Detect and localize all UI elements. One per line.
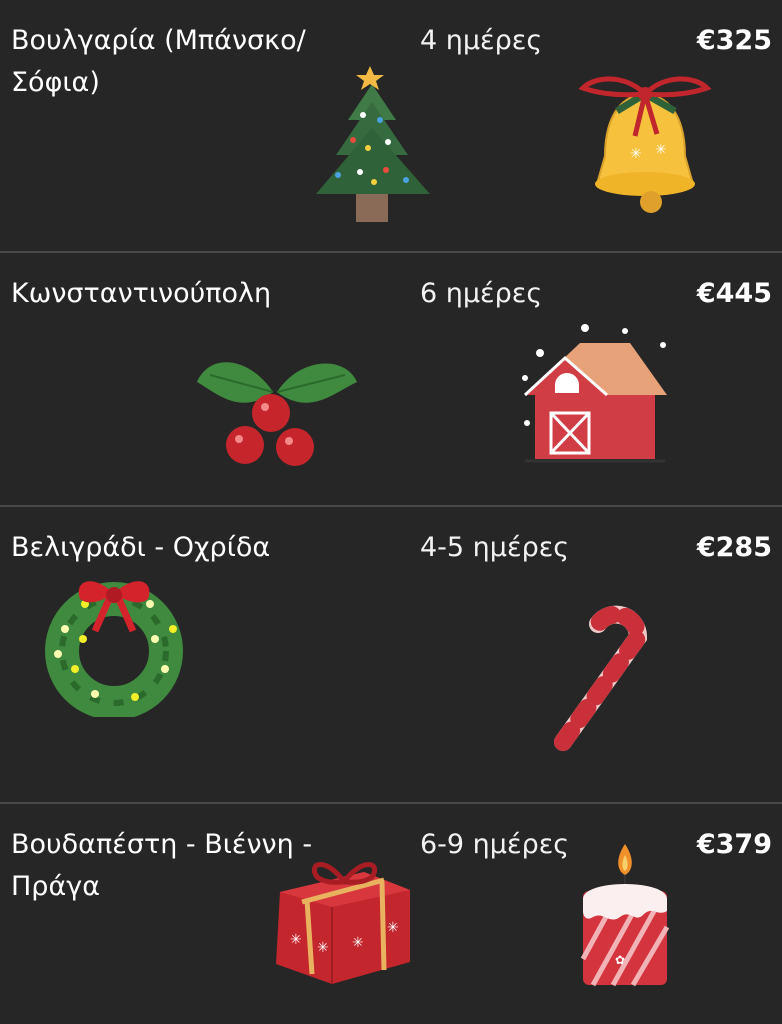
trip-row-budapest[interactable]: Βουδαπέστη - Βιέννη - Πράγα 6-9 ημέρες €… bbox=[0, 804, 782, 1024]
trip-destination: Βελιγράδι - Οχρίδα bbox=[11, 532, 271, 563]
svg-text:✳: ✳ bbox=[655, 142, 667, 158]
trip-price: €325 bbox=[696, 25, 772, 56]
svg-text:✳: ✳ bbox=[630, 146, 642, 162]
svg-text:✳: ✳ bbox=[290, 932, 302, 948]
svg-text:✳: ✳ bbox=[352, 935, 364, 951]
trip-price: €379 bbox=[696, 829, 772, 860]
trip-row-istanbul[interactable]: Κωνσταντινούπολη 6 ημέρες €445 bbox=[0, 253, 782, 505]
svg-text:✿: ✿ bbox=[615, 953, 625, 967]
candy-cane-icon bbox=[554, 605, 647, 751]
trip-row-bulgaria[interactable]: Βουλγαρία (Μπάνσκο/ Σόφια) 4 ημέρες €325… bbox=[0, 0, 782, 251]
trip-duration: 6 ημέρες bbox=[420, 278, 543, 309]
trip-duration: 6-9 ημέρες bbox=[420, 829, 570, 860]
svg-text:✳: ✳ bbox=[317, 940, 329, 956]
trip-price: €445 bbox=[696, 278, 772, 309]
trip-row-belgrade[interactable]: Βελιγράδι - Οχρίδα 4-5 ημέρες €285 bbox=[0, 507, 782, 802]
trip-price: €285 bbox=[696, 532, 772, 563]
trip-duration: 4-5 ημέρες bbox=[420, 532, 570, 563]
gift-icon: ✳ ✳ ✳ ✳ bbox=[276, 862, 410, 984]
trip-destination: Κωνσταντινούπολη bbox=[11, 278, 272, 309]
house-icon bbox=[522, 324, 667, 463]
wreath-icon bbox=[45, 581, 183, 717]
christmas-tree-icon bbox=[316, 66, 430, 222]
svg-text:✳: ✳ bbox=[387, 920, 399, 936]
bell-icon: ✳ ✳ bbox=[578, 76, 712, 213]
holly-icon bbox=[197, 362, 357, 466]
candle-icon: ✿ bbox=[580, 844, 670, 987]
trip-destination: Βουλγαρία (Μπάνσκο/ Σόφια) bbox=[11, 25, 306, 98]
trip-duration: 4 ημέρες bbox=[420, 25, 543, 56]
